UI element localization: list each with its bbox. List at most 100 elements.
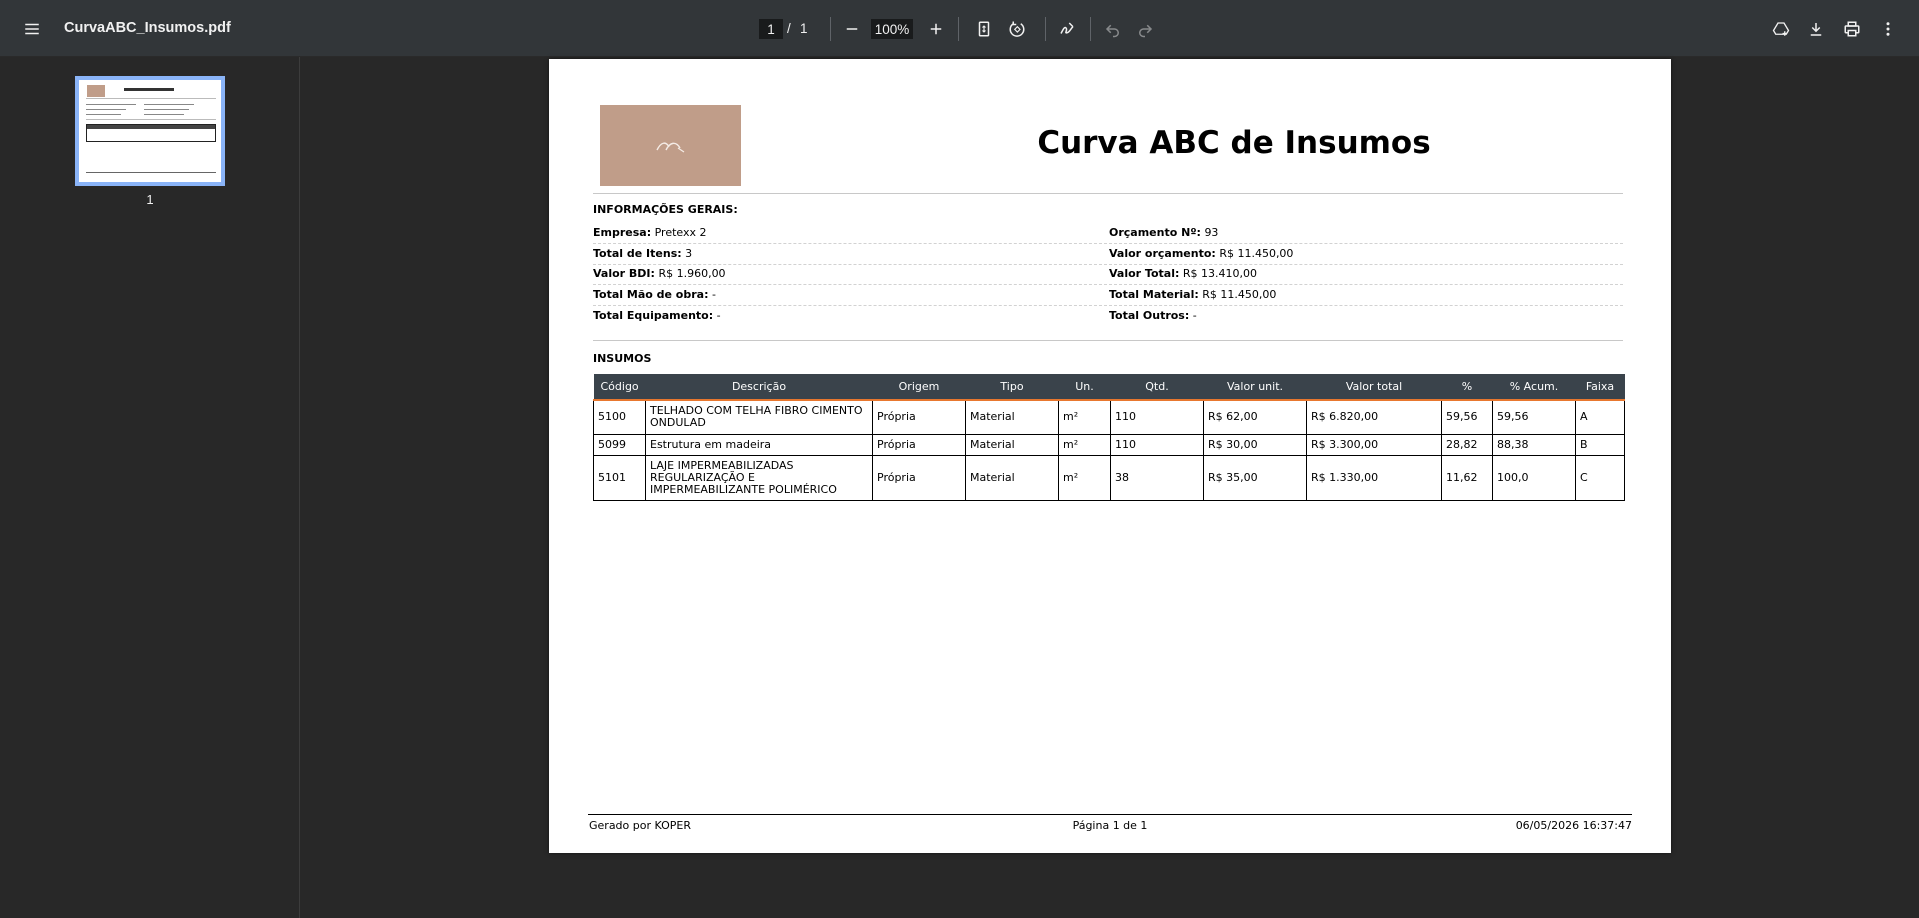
- info-row: Empresa: Pretexx 2 Orçamento Nº: 93: [593, 223, 1623, 244]
- info-total-material: Total Material: R$ 11.450,00: [1109, 288, 1277, 301]
- info-total-itens: Total de Itens: 3: [593, 247, 693, 260]
- cell-unidade: m²: [1058, 454, 1111, 501]
- page-separator: /: [787, 21, 791, 36]
- cell-tipo: Material: [965, 399, 1059, 435]
- zoom-out-button[interactable]: [836, 13, 868, 45]
- thumbnail-text: [144, 109, 189, 110]
- cell-percent-acum: 59,56: [1492, 399, 1576, 435]
- cell-quantidade: 38: [1110, 454, 1204, 501]
- cell-unidade: m²: [1058, 399, 1111, 435]
- cell-descricao: TELHADO COM TELHA FIBRO CIMENTO ONDULAD: [645, 399, 873, 435]
- insumos-table: Código Descrição Origem Tipo Un. Qtd. Va…: [593, 374, 1625, 501]
- fit-to-page-icon[interactable]: [968, 13, 1000, 45]
- pdf-page: Curva ABC de Insumos INFORMAÇÕES GERAIS:…: [549, 59, 1671, 853]
- annotate-pen-icon[interactable]: [1051, 13, 1083, 45]
- cell-faixa: B: [1575, 433, 1625, 456]
- section-divider: [593, 340, 1623, 341]
- info-row: Total Mão de obra: - Total Material: R$ …: [593, 285, 1623, 306]
- thumbnail-page-number: 1: [146, 192, 154, 207]
- company-logo: [600, 105, 741, 186]
- info-row: Valor BDI: R$ 1.960,00 Valor Total: R$ 1…: [593, 264, 1623, 285]
- cell-descricao: LAJE IMPERMEABILIZADAS REGULARIZAÇÃO E I…: [645, 454, 873, 501]
- cell-valor-unit: R$ 30,00: [1203, 433, 1307, 456]
- pdf-toolbar: CurvaABC_Insumos.pdf / 1: [0, 0, 1919, 57]
- undo-icon[interactable]: [1097, 13, 1129, 45]
- cell-origem: Própria: [872, 399, 966, 435]
- cell-codigo: 5100: [593, 399, 646, 435]
- col-header-valor-total: Valor total: [1306, 374, 1442, 401]
- info-total-mao-obra: Total Mão de obra: -: [593, 288, 716, 301]
- save-to-drive-icon[interactable]: [1765, 13, 1797, 45]
- info-empresa: Empresa: Pretexx 2: [593, 226, 707, 239]
- thumbnail-text: [86, 109, 126, 110]
- general-info-heading: INFORMAÇÕES GERAIS:: [593, 203, 738, 216]
- col-header-tipo: Tipo: [965, 374, 1059, 401]
- zoom-in-button[interactable]: [920, 13, 952, 45]
- toolbar-divider: [1045, 17, 1046, 41]
- info-valor-bdi: Valor BDI: R$ 1.960,00: [593, 267, 726, 280]
- cell-percent: 11,62: [1441, 454, 1493, 501]
- info-total-equipamento: Total Equipamento: -: [593, 309, 721, 322]
- cell-unidade: m²: [1058, 433, 1111, 456]
- thumbnail-text: [86, 104, 136, 105]
- cell-codigo: 5101: [593, 454, 646, 501]
- cell-origem: Própria: [872, 454, 966, 501]
- col-header-codigo: Código: [593, 374, 646, 401]
- document-title: CurvaABC_Insumos.pdf: [64, 20, 231, 36]
- page-number-input[interactable]: [759, 19, 783, 39]
- redo-icon[interactable]: [1129, 13, 1161, 45]
- footer-divider: [588, 814, 1632, 815]
- thumbnail-table: [86, 124, 216, 142]
- footer-timestamp: 06/05/2026 16:37:47: [1515, 819, 1632, 832]
- download-icon[interactable]: [1800, 13, 1832, 45]
- rotate-icon[interactable]: [1001, 13, 1033, 45]
- cell-faixa: A: [1575, 399, 1625, 435]
- cell-faixa: C: [1575, 454, 1625, 501]
- info-row: Total Equipamento: - Total Outros: -: [593, 306, 1623, 327]
- info-valor-orcamento: Valor orçamento: R$ 11.450,00: [1109, 247, 1294, 260]
- col-header-unidade: Un.: [1058, 374, 1111, 401]
- cell-valor-total: R$ 1.330,00: [1306, 454, 1442, 501]
- col-header-quantidade: Qtd.: [1110, 374, 1204, 401]
- page-thumbnail[interactable]: [75, 76, 225, 186]
- header-divider: [593, 193, 1623, 194]
- report-title: Curva ABC de Insumos: [1037, 125, 1431, 161]
- info-total-outros: Total Outros: -: [1109, 309, 1197, 322]
- cell-valor-unit: R$ 35,00: [1203, 454, 1307, 501]
- menu-icon[interactable]: [16, 13, 48, 45]
- thumbnail-text: [86, 114, 121, 115]
- table-row: 5100 TELHADO COM TELHA FIBRO CIMENTO OND…: [593, 399, 1625, 435]
- thumbnail-title: [124, 88, 174, 91]
- cell-tipo: Material: [965, 433, 1059, 456]
- more-options-icon[interactable]: [1872, 13, 1904, 45]
- table-row: 5099 Estrutura em madeira Própria Materi…: [593, 433, 1625, 456]
- cell-quantidade: 110: [1110, 399, 1204, 435]
- thumbnail-logo: [87, 85, 105, 97]
- zoom-input[interactable]: [871, 19, 913, 39]
- cell-percent: 28,82: [1441, 433, 1493, 456]
- cell-percent-acum: 100,0: [1492, 454, 1576, 501]
- document-viewer[interactable]: Curva ABC de Insumos INFORMAÇÕES GERAIS:…: [301, 57, 1919, 918]
- cell-valor-total: R$ 6.820,00: [1306, 399, 1442, 435]
- thumbnail-rule: [86, 98, 216, 99]
- thumbnail-footer-rule: [86, 172, 216, 173]
- thumbnail-sidebar: 1: [0, 57, 300, 918]
- col-header-origem: Origem: [872, 374, 966, 401]
- cell-codigo: 5099: [593, 433, 646, 456]
- cell-origem: Própria: [872, 433, 966, 456]
- toolbar-divider: [830, 17, 831, 41]
- cell-descricao: Estrutura em madeira: [645, 433, 873, 456]
- insumos-heading: INSUMOS: [593, 352, 652, 365]
- thumbnail-text: [144, 104, 194, 105]
- cell-tipo: Material: [965, 454, 1059, 501]
- table-row: 5101 LAJE IMPERMEABILIZADAS REGULARIZAÇÃ…: [593, 454, 1625, 501]
- thumbnail-text: [144, 114, 184, 115]
- info-row: Total de Itens: 3 Valor orçamento: R$ 11…: [593, 244, 1623, 265]
- cell-percent: 59,56: [1441, 399, 1493, 435]
- col-header-percent: %: [1441, 374, 1493, 401]
- info-valor-total: Valor Total: R$ 13.410,00: [1109, 267, 1257, 280]
- cell-valor-unit: R$ 62,00: [1203, 399, 1307, 435]
- page-total: 1: [800, 21, 808, 36]
- cell-percent-acum: 88,38: [1492, 433, 1576, 456]
- print-icon[interactable]: [1836, 13, 1868, 45]
